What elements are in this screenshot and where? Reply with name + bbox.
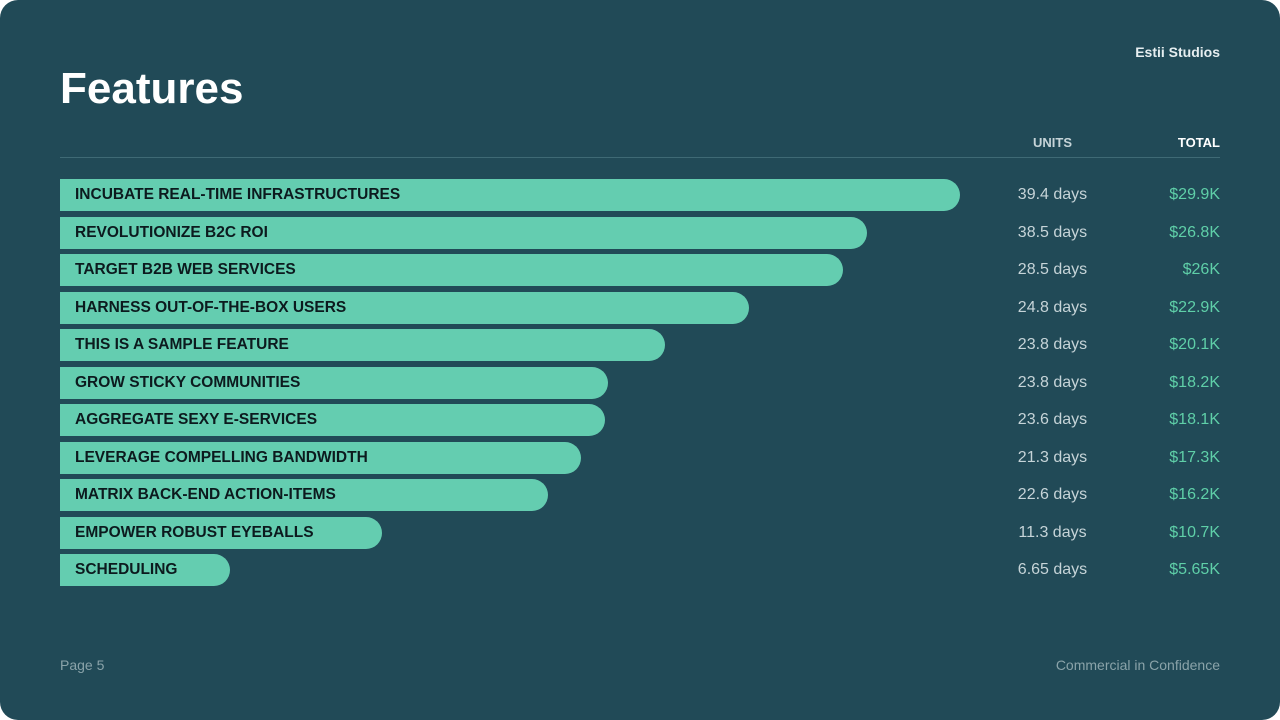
total-value: $26K	[1182, 261, 1220, 278]
total-value: $18.1K	[1169, 411, 1220, 428]
page-number: Page 5	[60, 657, 105, 673]
slide: Estii Studios Features UNITS TOTAL INCUB…	[0, 0, 1280, 720]
feature-label: SCHEDULING	[75, 561, 178, 578]
feature-row: THIS IS A SAMPLE FEATURE 23.8 days $20.1K	[0, 329, 1280, 361]
feature-row: GROW STICKY COMMUNITIES 23.8 days $18.2K	[0, 366, 1280, 399]
feature-row: REVOLUTIONIZE B2C ROI 38.5 days $26.8K	[0, 216, 1280, 249]
total-value: $16.2K	[1169, 486, 1220, 503]
feature-row: AGGREGATE SEXY E-SERVICES 23.6 days $18.1K	[0, 404, 1280, 436]
feature-label: INCUBATE REAL-TIME INFRASTRUCTURES	[75, 186, 401, 203]
feature-bar-chart: INCUBATE REAL-TIME INFRASTRUCTURES 39.4 d…	[0, 0, 1280, 720]
confidentiality-note: Commercial in Confidence	[1055, 657, 1220, 673]
total-value: $20.1K	[1169, 336, 1220, 353]
units-value: 28.5 days	[1017, 261, 1088, 278]
units-value: 23.8 days	[1017, 373, 1088, 391]
feature-label: AGGREGATE SEXY E-SERVICES	[75, 411, 318, 428]
feature-label: TARGET B2B WEB SERVICES	[75, 261, 296, 278]
total-value: $18.2K	[1169, 373, 1220, 391]
feature-label: LEVERAGE COMPELLING BANDWIDTH	[75, 448, 368, 466]
feature-row: HARNESS OUT-OF-THE-BOX USERS 24.8 days $22…	[0, 291, 1280, 324]
feature-row: MATRIX BACK-END ACTION-ITEMS 22.6 days $16…	[0, 479, 1280, 511]
feature-row: EMPOWER ROBUST EYEBALLS 11.3 days $10.7K	[0, 516, 1280, 549]
units-value: 6.65 days	[1017, 561, 1088, 578]
units-value: 11.3 days	[1018, 523, 1087, 541]
feature-row: SCHEDULING 6.65 days $5.65K	[0, 554, 1280, 586]
units-value: 21.3 days	[1017, 448, 1088, 466]
feature-label: THIS IS A SAMPLE FEATURE	[75, 336, 289, 353]
units-value: 23.6 days	[1017, 411, 1088, 428]
units-value: 39.4 days	[1017, 186, 1088, 203]
total-value: $5.65K	[1169, 561, 1220, 578]
total-value: $26.8K	[1169, 223, 1220, 241]
total-value: $29.9K	[1169, 186, 1220, 203]
feature-label: GROW STICKY COMMUNITIES	[75, 373, 301, 391]
units-value: 38.5 days	[1017, 223, 1088, 241]
total-value: $22.9K	[1169, 298, 1220, 316]
feature-row: LEVERAGE COMPELLING BANDWIDTH 21.3 days $1…	[0, 441, 1280, 474]
feature-label: EMPOWER ROBUST EYEBALLS	[75, 523, 314, 541]
feature-row: TARGET B2B WEB SERVICES 28.5 days $26K	[0, 254, 1280, 286]
feature-label: MATRIX BACK-END ACTION-ITEMS	[75, 486, 336, 503]
total-value: $10.7K	[1169, 523, 1220, 541]
total-value: $17.3K	[1169, 448, 1220, 466]
units-value: 23.8 days	[1017, 336, 1088, 353]
feature-label: HARNESS OUT-OF-THE-BOX USERS	[75, 298, 347, 316]
units-value: 22.6 days	[1017, 486, 1088, 503]
feature-row: INCUBATE REAL-TIME INFRASTRUCTURES 39.4 d…	[0, 179, 1280, 211]
units-value: 24.8 days	[1017, 298, 1088, 316]
feature-label: REVOLUTIONIZE B2C ROI	[75, 223, 268, 241]
